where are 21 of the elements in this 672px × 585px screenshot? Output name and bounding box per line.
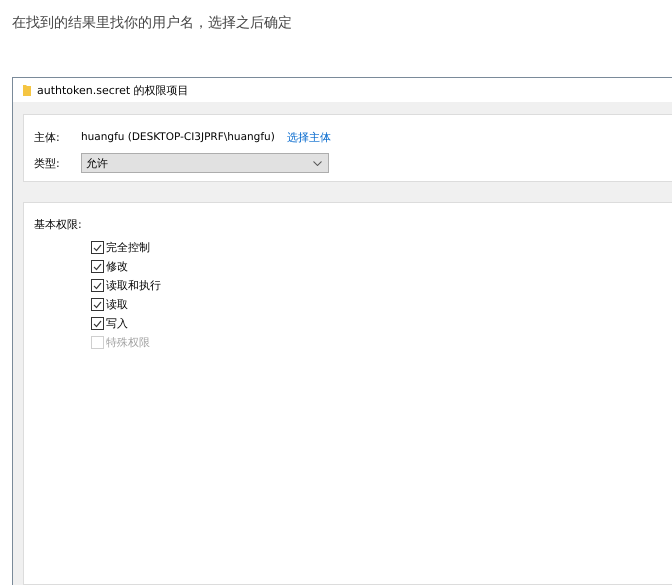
principal-value: huangfu (DESKTOP-CI3JPRF\huangfu) xyxy=(81,131,275,143)
principal-label: 主体: xyxy=(34,130,61,144)
checkbox[interactable] xyxy=(91,241,104,254)
permission-label: 特殊权限 xyxy=(106,335,150,350)
checkbox[interactable] xyxy=(91,298,104,311)
permission-label: 完全控制 xyxy=(106,240,150,255)
folder-icon xyxy=(23,84,31,96)
window-title: authtoken.secret 的权限项目 xyxy=(37,82,189,98)
permissions-heading: 基本权限: xyxy=(34,217,83,232)
permission-label: 读取和执行 xyxy=(106,278,161,293)
select-principal-link[interactable]: 选择主体 xyxy=(286,130,331,144)
permission-label: 修改 xyxy=(106,259,128,274)
type-dropdown[interactable]: 允许 xyxy=(81,153,329,173)
type-label: 类型: xyxy=(34,156,61,170)
chevron-down-icon xyxy=(313,160,322,166)
permission-label: 写入 xyxy=(106,316,128,331)
instruction-text: 在找到的结果里找你的用户名，选择之后确定 xyxy=(11,14,293,33)
checkbox[interactable] xyxy=(91,279,104,292)
checkbox[interactable] xyxy=(91,260,104,273)
permission-label: 读取 xyxy=(106,297,128,312)
checkbox[interactable] xyxy=(91,317,104,330)
